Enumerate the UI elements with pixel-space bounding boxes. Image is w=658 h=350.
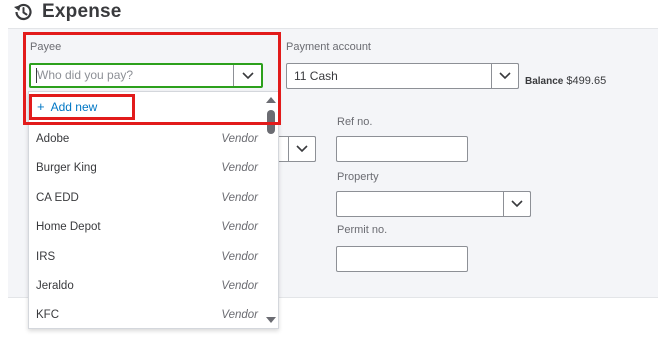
vendor-option[interactable]: Burger King Vendor — [29, 154, 265, 183]
vendor-option[interactable]: Adobe Vendor — [29, 125, 265, 154]
vendor-name: Home Depot — [36, 221, 101, 233]
balance-value: $499.65 — [566, 75, 607, 87]
chevron-down-icon — [511, 200, 523, 208]
vendor-name: KFC — [36, 309, 59, 321]
vendor-option[interactable]: Jeraldo Vendor — [29, 272, 265, 301]
scroll-down-arrow-icon[interactable] — [266, 317, 276, 323]
balance-display: Balance $499.65 — [525, 75, 606, 87]
permit-no-input[interactable] — [336, 246, 468, 272]
payment-account-value: 11 Cash — [294, 69, 338, 83]
highlight-box-add-new — [29, 94, 135, 120]
vendor-name: Adobe — [36, 133, 70, 145]
vendor-type: Vendor — [221, 280, 258, 292]
vendor-type: Vendor — [221, 221, 258, 233]
page-title: Expense — [42, 1, 122, 22]
vendor-type: Vendor — [221, 133, 258, 145]
history-icon[interactable] — [12, 1, 34, 23]
property-select[interactable] — [336, 191, 531, 217]
vendor-type: Vendor — [221, 162, 258, 174]
vendor-option[interactable]: Home Depot Vendor — [29, 213, 265, 242]
vendor-type: Vendor — [221, 309, 258, 321]
dropdown-scrollbar[interactable] — [263, 92, 278, 328]
chevron-down-icon — [499, 72, 511, 80]
vendor-type: Vendor — [221, 192, 258, 204]
property-label: Property — [337, 171, 379, 183]
payee-dropdown-list: + Add new Adobe Vendor Burger King Vendor… — [28, 91, 279, 329]
balance-label: Balance — [525, 76, 564, 87]
property-dropdown-button[interactable] — [503, 191, 531, 217]
permit-no-label: Permit no. — [337, 224, 388, 236]
vendor-name: Burger King — [36, 162, 97, 174]
ref-no-label: Ref no. — [337, 116, 373, 128]
vendor-option[interactable]: KFC Vendor — [29, 301, 265, 328]
vendor-option[interactable]: CA EDD Vendor — [29, 184, 265, 213]
vendor-option[interactable]: IRS Vendor — [29, 243, 265, 272]
ref-no-input[interactable] — [336, 136, 468, 162]
vendor-type: Vendor — [221, 251, 258, 263]
vendor-name: Jeraldo — [36, 280, 74, 292]
page-header: Expense — [12, 0, 122, 24]
payment-account-dropdown-button[interactable] — [491, 63, 519, 89]
payment-account-label: Payment account — [286, 41, 371, 53]
vendor-name: CA EDD — [36, 192, 79, 204]
payment-account-select[interactable]: 11 Cash — [286, 63, 519, 89]
chevron-down-icon — [296, 145, 308, 153]
payment-method-dropdown-button[interactable] — [288, 136, 316, 162]
vendor-name: IRS — [36, 251, 56, 263]
